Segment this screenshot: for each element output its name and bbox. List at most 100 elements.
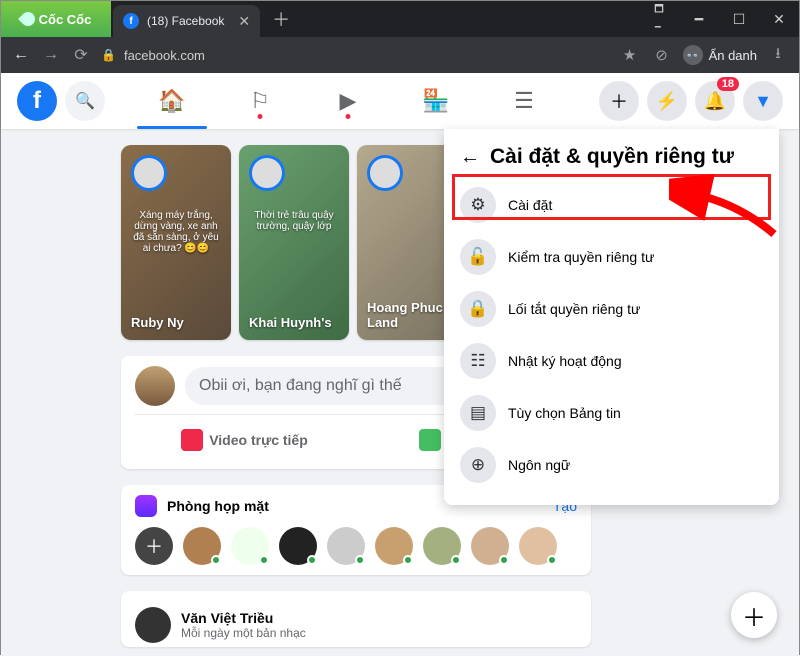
story-avatar [367, 155, 403, 191]
rooms-title: Phòng họp mặt [167, 498, 269, 514]
search-icon: 🔍 [75, 91, 95, 111]
home-icon: 🏠 [158, 88, 185, 114]
url-text: facebook.com [124, 48, 205, 63]
story-name: Khai Huynh's [249, 315, 339, 330]
menu-item-privacy-check[interactable]: 🔓 Kiểm tra quyền riêng tư [452, 231, 771, 283]
notif-badge: 18 [717, 77, 739, 91]
story-avatar [249, 155, 285, 191]
window-restore-icon[interactable]: 🗖🗕 [639, 1, 679, 37]
url-field[interactable]: 🔒 facebook.com [101, 48, 609, 63]
messenger-icon: ⚡ [656, 91, 678, 112]
photo-icon [419, 429, 441, 451]
friend-avatar[interactable] [327, 527, 365, 565]
fb-account-menu-button[interactable]: ▼ [743, 81, 783, 121]
menu-label: Ngôn ngữ [508, 457, 570, 473]
tab-watch[interactable]: ▶ [308, 75, 388, 127]
list-icon: ☷ [460, 343, 496, 379]
menu-label: Lối tắt quyền riêng tư [508, 301, 640, 317]
tab-home[interactable]: 🏠 [132, 75, 212, 127]
shield-icon[interactable]: ⊘ [651, 46, 673, 64]
friend-avatar[interactable] [423, 527, 461, 565]
rooms-camera-icon [135, 495, 157, 517]
fb-notifications-button[interactable]: 🔔18 [695, 81, 735, 121]
unlock-icon: 🔓 [460, 239, 496, 275]
incognito-label: Ẩn danh [709, 48, 757, 63]
story-name: Ruby Ny [131, 315, 221, 330]
menu-item-news-feed[interactable]: ▤ Tùy chọn Bảng tin [452, 387, 771, 439]
browser-addressbar: ← → ⟳ 🔒 facebook.com ★ ⊘ 👓 Ẩn danh ⭳ [1, 37, 799, 73]
tab-pages[interactable]: ⚐ [220, 75, 300, 127]
fb-content: Xáng máy trắng, dừng vàng, xe anh đã sẵn… [1, 129, 799, 656]
coccoc-leaf-icon [18, 9, 38, 29]
browser-titlebar: Cốc Cốc f (18) Facebook ✕ ＋ 🗖🗕 ━ ☐ ✕ [1, 1, 799, 37]
flag-icon: ⚐ [250, 88, 270, 114]
tab-more[interactable]: ☰ [484, 75, 564, 127]
window-close-button[interactable]: ✕ [759, 1, 799, 37]
nav-back-icon[interactable]: ← [11, 46, 31, 64]
window-minimize-button[interactable]: ━ [679, 1, 719, 37]
user-avatar[interactable] [135, 366, 175, 406]
nav-reload-icon[interactable]: ⟳ [71, 45, 91, 65]
caret-down-icon: ▼ [754, 91, 772, 112]
post-avatar[interactable] [135, 607, 171, 643]
hamburger-icon: ☰ [514, 88, 534, 114]
post-subtitle: Mỗi ngày một bản nhạc [181, 626, 306, 640]
story-caption: Thời trẻ trâu quậy trường, quậy lớp [249, 210, 339, 232]
browser-brand: Cốc Cốc [1, 1, 111, 37]
window-maximize-button[interactable]: ☐ [719, 1, 759, 37]
tab-close-icon[interactable]: ✕ [238, 13, 250, 30]
video-icon [181, 429, 203, 451]
live-video-label: Video trực tiếp [209, 432, 308, 448]
friend-avatar[interactable] [183, 527, 221, 565]
menu-item-activity-log[interactable]: ☷ Nhật ký hoạt động [452, 335, 771, 387]
rooms-add-button[interactable]: ＋ [135, 527, 173, 565]
post-card: Văn Việt Triều Mỗi ngày một bản nhạc [121, 591, 591, 647]
facebook-favicon-icon: f [123, 13, 139, 29]
live-video-button[interactable]: Video trực tiếp [135, 421, 354, 459]
browser-brand-label: Cốc Cốc [39, 12, 92, 27]
post-author[interactable]: Văn Việt Triều [181, 610, 306, 626]
menu-item-language[interactable]: ⊕ Ngôn ngữ [452, 439, 771, 491]
fb-create-button[interactable]: ＋ [599, 81, 639, 121]
friend-avatar[interactable] [231, 527, 269, 565]
friend-avatar[interactable] [375, 527, 413, 565]
facebook-logo[interactable]: f [17, 81, 57, 121]
download-icon[interactable]: ⭳ [767, 43, 789, 68]
menu-label: Kiểm tra quyền riêng tư [508, 249, 654, 265]
star-icon[interactable]: ★ [619, 46, 641, 64]
rooms-avatars: ＋ [135, 527, 577, 565]
new-tab-button[interactable]: ＋ [262, 1, 300, 37]
friend-avatar[interactable] [471, 527, 509, 565]
story-caption: Xáng máy trắng, dừng vàng, xe anh đã sẵn… [131, 210, 221, 254]
fb-header: f 🔍 🏠 ⚐ ▶ 🏪 ☰ ＋ ⚡ 🔔18 ▼ [1, 73, 799, 129]
lock-icon: 🔒 [101, 48, 116, 62]
bell-icon: 🔔 [704, 91, 726, 112]
story-avatar [131, 155, 167, 191]
fb-messenger-button[interactable]: ⚡ [647, 81, 687, 121]
story-card[interactable]: Thời trẻ trâu quậy trường, quậy lớp Khai… [239, 145, 349, 340]
dropdown-title: Cài đặt & quyền riêng tư [490, 145, 734, 169]
fab-new-button[interactable]: ＋ [731, 592, 777, 638]
store-icon: 🏪 [422, 88, 449, 114]
incognito-badge: 👓 Ẩn danh [683, 45, 757, 65]
story-card[interactable]: Xáng máy trắng, dừng vàng, xe anh đã sẵn… [121, 145, 231, 340]
menu-label: Tùy chọn Bảng tin [508, 405, 621, 421]
tab-marketplace[interactable]: 🏪 [396, 75, 476, 127]
friend-avatar[interactable] [279, 527, 317, 565]
dropdown-back-icon[interactable]: ← [460, 146, 480, 169]
menu-label: Cài đặt [508, 197, 552, 213]
browser-tab[interactable]: f (18) Facebook ✕ [113, 5, 260, 37]
fb-search-button[interactable]: 🔍 [65, 81, 105, 121]
lock-icon: 🔒 [460, 291, 496, 327]
menu-item-settings[interactable]: ⚙ Cài đặt [452, 179, 771, 231]
menu-label: Nhật ký hoạt động [508, 353, 622, 369]
nav-forward-icon: → [41, 46, 61, 64]
menu-item-privacy-shortcuts[interactable]: 🔒 Lối tắt quyền riêng tư [452, 283, 771, 335]
plus-icon: ＋ [610, 88, 628, 114]
friend-avatar[interactable] [519, 527, 557, 565]
settings-dropdown: ← Cài đặt & quyền riêng tư ⚙ Cài đặt 🔓 K… [444, 129, 779, 505]
watch-icon: ▶ [340, 88, 357, 114]
globe-icon: ⊕ [460, 447, 496, 483]
feed-icon: ▤ [460, 395, 496, 431]
tab-title: (18) Facebook [147, 14, 224, 28]
